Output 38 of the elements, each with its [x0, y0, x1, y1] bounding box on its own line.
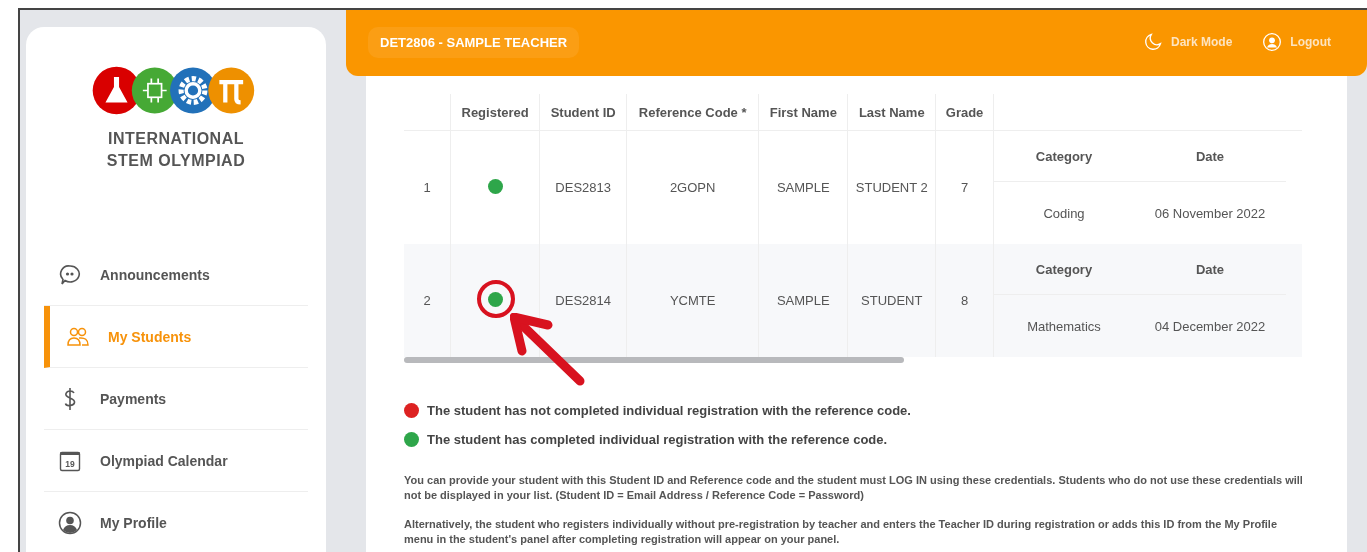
- column-header: Registered: [450, 94, 540, 131]
- column-header: Date: [1134, 131, 1286, 182]
- column-header: Last Name: [847, 94, 936, 131]
- sidebar-item[interactable]: 19 Olympiad Calendar: [44, 430, 308, 492]
- legend-text: The student has completed individual registration with the reference code.: [427, 432, 888, 447]
- logo-title: INTERNATIONAL: [108, 129, 244, 149]
- sidebar-item[interactable]: Payments: [44, 368, 308, 430]
- profile-icon: [1262, 32, 1283, 52]
- table-cell-text: 06 November 2022: [1153, 204, 1267, 223]
- table-cell-text: 04 December 2022: [1153, 317, 1267, 336]
- sidebar-item[interactable]: My Profile: [44, 492, 308, 552]
- annotation-circle: [476, 279, 516, 319]
- table-cell-text: Coding: [1042, 204, 1086, 223]
- profile-icon: [58, 510, 82, 535]
- table-cell: DES2814: [539, 244, 627, 357]
- table-cell: STUDENT: [847, 244, 936, 357]
- table-cell: SAMPLE: [758, 244, 848, 357]
- column-header: Category: [994, 244, 1134, 295]
- table-cell: 2: [404, 244, 451, 357]
- column-header: Reference Code *: [626, 94, 759, 131]
- dollar-icon: [63, 386, 77, 411]
- column-header: First Name: [758, 94, 848, 131]
- table-cell: 8: [935, 244, 994, 357]
- column-header: Date: [1134, 244, 1286, 295]
- table-cell: YCMTE: [626, 244, 759, 357]
- note-paragraph: Alternatively, the student who registers individually without pre-registration by teacher and enters the Teacher ID during registration or adds this ID from the My Profile menu in the student's panel after completing registration will appear on your panel.: [404, 517, 1279, 547]
- column-header: Category: [994, 131, 1134, 182]
- table-cell-text: Mathematics: [1026, 317, 1102, 336]
- column-header: Student ID: [539, 94, 627, 131]
- moon-icon: [1143, 32, 1163, 52]
- teacher-label: DET2806 - SAMPLE TEACHER: [368, 26, 580, 58]
- logo-subtitle: STEM OLYMPIAD: [106, 151, 246, 171]
- column-header: Grade: [935, 94, 994, 131]
- note-paragraph: You can provide your student with this Student ID and Reference code and the student must LOG IN using these credentials. Students who do not use these credentials will not be displayed in your list. (Student ID = Email Address / Reference Code = Password): [404, 473, 1303, 503]
- speech-bubble-icon: [58, 262, 82, 287]
- sidebar-item[interactable]: Announcements: [44, 244, 308, 306]
- scrollbar[interactable]: [404, 357, 904, 363]
- legend-text: The student has not completed individual registration with the reference code.: [427, 403, 911, 418]
